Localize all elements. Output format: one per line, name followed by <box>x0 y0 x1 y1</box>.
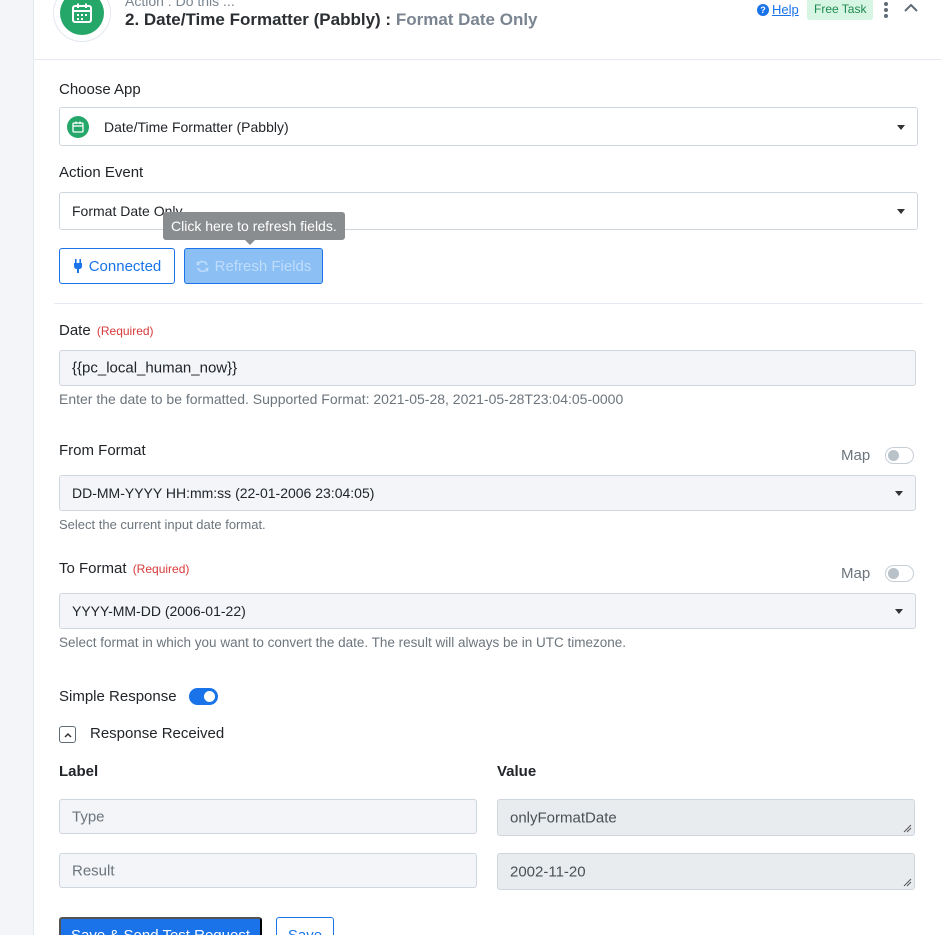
date-input[interactable]: {{pc_local_human_now}} <box>59 350 916 386</box>
step-app-name: 2. Date/Time Formatter (Pabbly) <box>125 10 381 29</box>
refresh-fields-button[interactable]: Refresh Fields <box>184 248 323 284</box>
simple-response-toggle[interactable] <box>189 688 218 705</box>
simple-response-label: Simple Response <box>59 688 177 705</box>
plug-icon <box>73 259 82 273</box>
to-format-select[interactable]: YYYY-MM-DD (2006-01-22) <box>59 593 916 629</box>
to-format-map-toggle[interactable] <box>885 565 914 582</box>
to-format-label: To Format (Required) <box>59 560 189 577</box>
choose-app-select[interactable]: Date/Time Formatter (Pabbly) <box>59 107 918 146</box>
required-tag: (Required) <box>96 324 154 338</box>
calendar-icon <box>60 0 104 35</box>
from-format-label: From Format <box>59 442 146 459</box>
question-circle-icon: ? <box>757 3 769 16</box>
free-task-badge: Free Task <box>807 0 874 20</box>
refresh-icon <box>196 260 209 272</box>
choose-app-value: Date/Time Formatter (Pabbly) <box>104 118 289 135</box>
caret-down-icon <box>897 124 905 130</box>
choose-app-label: Choose App <box>59 81 141 98</box>
step-event-name: Format Date Only <box>395 10 538 29</box>
step-header: Action : Do this ... 2. Date/Time Format… <box>34 0 942 60</box>
save-button[interactable]: Save <box>276 917 334 935</box>
from-format-map-label: Map <box>841 447 871 464</box>
step-title: 2. Date/Time Formatter (Pabbly) : Format… <box>125 10 538 30</box>
label-column-header: Label <box>59 763 99 780</box>
date-label: Date (Required) <box>59 322 154 339</box>
chevron-up-icon[interactable] <box>59 726 76 743</box>
refresh-tooltip: Click here to refresh fields. <box>163 212 345 245</box>
connected-label: Connected <box>88 257 162 275</box>
chevron-up-icon[interactable] <box>903 0 919 16</box>
app-logo-ring <box>53 0 111 42</box>
date-input-value: {{pc_local_human_now}} <box>72 359 238 377</box>
response-value-text: 2002-11-20 <box>510 863 586 880</box>
action-step-card: Action : Do this ... 2. Date/Time Format… <box>33 0 942 935</box>
section-divider <box>54 303 923 304</box>
calendar-icon <box>67 116 89 138</box>
response-value-textarea[interactable]: onlyFormatDate <box>497 799 915 836</box>
step-subtitle: Action : Do this ... <box>125 0 235 9</box>
date-label-text: Date <box>59 322 91 339</box>
response-received-title: Response Received <box>90 725 225 742</box>
caret-down-icon <box>895 491 903 496</box>
resize-grip-icon[interactable] <box>903 878 912 887</box>
response-value-text: onlyFormatDate <box>510 809 617 826</box>
from-format-value: DD-MM-YYYY HH:mm:ss (22-01-2006 23:04:05… <box>72 485 375 501</box>
toggle-knob <box>204 691 215 702</box>
to-format-value: YYYY-MM-DD (2006-01-22) <box>72 603 246 619</box>
toggle-knob <box>888 568 899 579</box>
action-event-label: Action Event <box>59 164 144 181</box>
value-column-header: Value <box>497 763 537 780</box>
to-format-hint: Select format in which you want to conve… <box>59 635 627 650</box>
response-label-cell: Type <box>59 799 477 834</box>
title-separator: : <box>380 10 396 29</box>
from-format-hint: Select the current input date format. <box>59 517 266 532</box>
response-label-text: Type <box>72 808 105 825</box>
vertical-dots-icon[interactable] <box>881 0 891 20</box>
to-format-map-label: Map <box>841 565 871 582</box>
help-link[interactable]: ? Help <box>757 2 799 17</box>
from-format-select[interactable]: DD-MM-YYYY HH:mm:ss (22-01-2006 23:04:05… <box>59 475 916 511</box>
to-format-label-text: To Format <box>59 560 127 577</box>
response-label-cell: Result <box>59 853 477 888</box>
connected-button[interactable]: Connected <box>59 248 175 284</box>
help-label: Help <box>772 2 799 17</box>
caret-down-icon <box>895 609 903 614</box>
caret-down-icon <box>897 209 905 214</box>
resize-grip-icon[interactable] <box>903 824 912 833</box>
refresh-label: Refresh Fields <box>214 257 312 275</box>
from-format-map-toggle[interactable] <box>885 447 914 464</box>
toggle-knob <box>888 450 899 461</box>
required-tag: (Required) <box>132 562 190 576</box>
response-value-textarea[interactable]: 2002-11-20 <box>497 853 915 890</box>
save-send-test-button[interactable]: Save & Send Test Request <box>59 917 262 935</box>
date-hint: Enter the date to be formatted. Supporte… <box>59 391 624 407</box>
response-label-text: Result <box>72 862 115 879</box>
